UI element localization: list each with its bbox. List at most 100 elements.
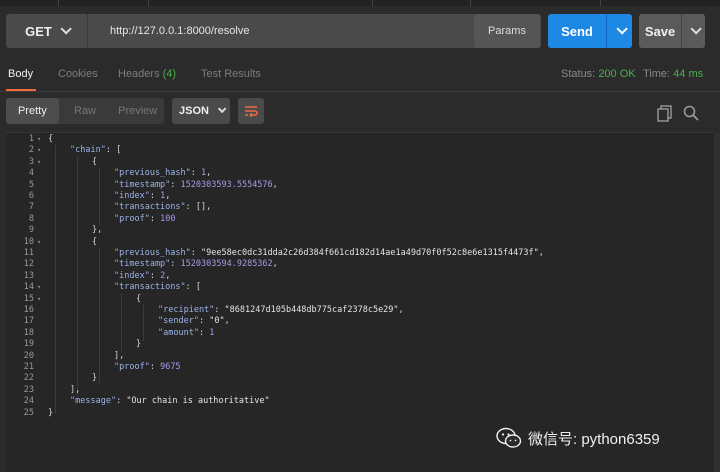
code-line: } — [48, 407, 54, 418]
code-line: { — [92, 236, 98, 247]
save-button[interactable]: Save — [639, 14, 705, 48]
json-value: "Our chain is authoritative" — [126, 396, 270, 407]
chevron-down-icon — [60, 23, 72, 35]
indent-guide — [99, 248, 100, 384]
response-body-editor[interactable]: 1 2 3 4 5 6 7 8 9 10 11 12 13 14 15 16 1… — [6, 132, 714, 472]
top-tab-strip — [0, 0, 720, 6]
fold-toggle-icon[interactable]: ▾ — [37, 282, 43, 293]
json-key: "transactions" — [114, 282, 186, 293]
code-line: { — [136, 293, 142, 304]
headers-count-badge: (4) — [162, 68, 177, 80]
time-value: 44 ms — [673, 68, 704, 80]
json-key: "previous_hash" — [114, 168, 191, 179]
line-number: 5 — [28, 179, 34, 190]
code-line: "timestamp": 1520303593.5554576, — [114, 179, 278, 190]
indent-guide — [99, 168, 100, 226]
line-number: 18 — [23, 327, 34, 338]
json-key: "amount" — [158, 327, 199, 338]
code-line: } — [92, 373, 98, 384]
tab-divider — [58, 0, 59, 6]
line-number: 1 — [28, 134, 34, 144]
json-value: "0" — [209, 316, 225, 327]
view-mode-selector: Pretty Raw Preview — [6, 98, 164, 124]
save-options-dropdown[interactable] — [682, 23, 705, 35]
response-toolbar: Pretty Raw Preview JSON — [0, 96, 720, 128]
code-line: "transactions": [ — [114, 282, 201, 293]
wrap-lines-button[interactable] — [238, 98, 264, 124]
line-number: 2 — [28, 145, 34, 156]
search-icon[interactable] — [682, 104, 700, 122]
line-number: 15 — [23, 293, 34, 304]
line-number: 12 — [23, 259, 34, 270]
json-key: "timestamp" — [114, 259, 171, 270]
json-value: 1 — [209, 327, 215, 338]
code-line: "recipient": "8681247d105b448db775caf237… — [158, 305, 404, 315]
line-number: 8 — [28, 213, 34, 224]
line-number: 14 — [23, 282, 34, 293]
request-url-bar: GET http://127.0.0.1:8000/resolve — [6, 14, 541, 48]
fold-toggle-icon[interactable]: ▾ — [37, 134, 43, 145]
tab-body[interactable]: Body — [8, 68, 33, 80]
json-value: [] — [195, 202, 207, 213]
code-line: "amount": 1 — [158, 327, 215, 338]
line-number: 17 — [23, 316, 34, 327]
tab-divider — [600, 0, 601, 6]
json-key: "recipient" — [158, 305, 215, 315]
line-number: 16 — [23, 305, 34, 315]
active-tab-indicator — [6, 89, 36, 91]
code-line: "transactions": [], — [114, 202, 212, 213]
fold-toggle-icon[interactable]: ▾ — [37, 145, 43, 156]
tab-divider — [372, 0, 373, 6]
line-number: 6 — [28, 191, 34, 201]
save-label: Save — [644, 23, 676, 39]
tab-headers-label: Headers — [118, 68, 160, 80]
time-label: Time: — [643, 68, 671, 80]
tab-cookies[interactable]: Cookies — [58, 68, 98, 80]
json-punct: : [ — [105, 145, 122, 156]
code-line: { — [48, 134, 54, 144]
line-number: 19 — [23, 339, 34, 350]
view-mode-pretty[interactable]: Pretty — [6, 98, 59, 124]
format-label: JSON — [179, 105, 209, 117]
tab-headers[interactable]: Headers (4) — [118, 68, 176, 80]
code-line: }, — [92, 225, 103, 236]
send-button[interactable]: Send — [548, 14, 632, 48]
status-label: Status: — [561, 68, 596, 80]
json-key: "index" — [114, 270, 150, 281]
json-punct: : [ — [185, 282, 202, 293]
json-value: 100 — [160, 213, 176, 224]
wechat-watermark: 微信号: python6359 — [496, 424, 706, 452]
code-line: "index": 2, — [114, 270, 171, 281]
view-mode-raw[interactable]: Raw — [59, 98, 112, 124]
code-line: "timestamp": 1520303594.9285362, — [114, 259, 278, 270]
json-key: "timestamp" — [114, 179, 171, 190]
send-options-dropdown[interactable] — [607, 23, 632, 35]
line-number: 20 — [23, 350, 34, 361]
code-line: "proof": 100 — [114, 213, 176, 224]
indent-guide — [121, 294, 122, 352]
line-number: 24 — [23, 396, 34, 407]
json-key: "proof" — [114, 362, 150, 372]
json-key: "previous_hash" — [114, 248, 191, 258]
copy-icon[interactable] — [656, 104, 674, 122]
fold-toggle-icon[interactable]: ▾ — [37, 157, 43, 168]
line-number: 10 — [23, 236, 34, 247]
format-dropdown[interactable]: JSON — [172, 98, 230, 124]
vertical-scrollbar[interactable] — [714, 132, 720, 472]
line-number: 3 — [28, 156, 34, 167]
code-line: "index": 1, — [114, 191, 171, 201]
indent-guide — [55, 145, 56, 413]
indent-guide — [77, 157, 78, 397]
response-tabs: Body Cookies Headers (4) Test Results St… — [0, 60, 720, 92]
line-number: 13 — [23, 270, 34, 281]
code-line: "previous_hash": "9ee58ec0dc31dda2c26d38… — [114, 248, 544, 258]
chevron-down-icon — [615, 23, 628, 35]
method-dropdown[interactable]: GET — [6, 14, 88, 48]
fold-toggle-icon[interactable]: ▾ — [37, 294, 43, 305]
params-button[interactable]: Params — [474, 14, 540, 48]
chevron-down-icon — [217, 104, 227, 114]
json-value: "8681247d105b448db775caf2378c5e29" — [224, 305, 399, 315]
tab-test-results[interactable]: Test Results — [201, 68, 261, 80]
fold-toggle-icon[interactable]: ▾ — [37, 237, 43, 248]
view-mode-preview[interactable]: Preview — [111, 98, 164, 124]
